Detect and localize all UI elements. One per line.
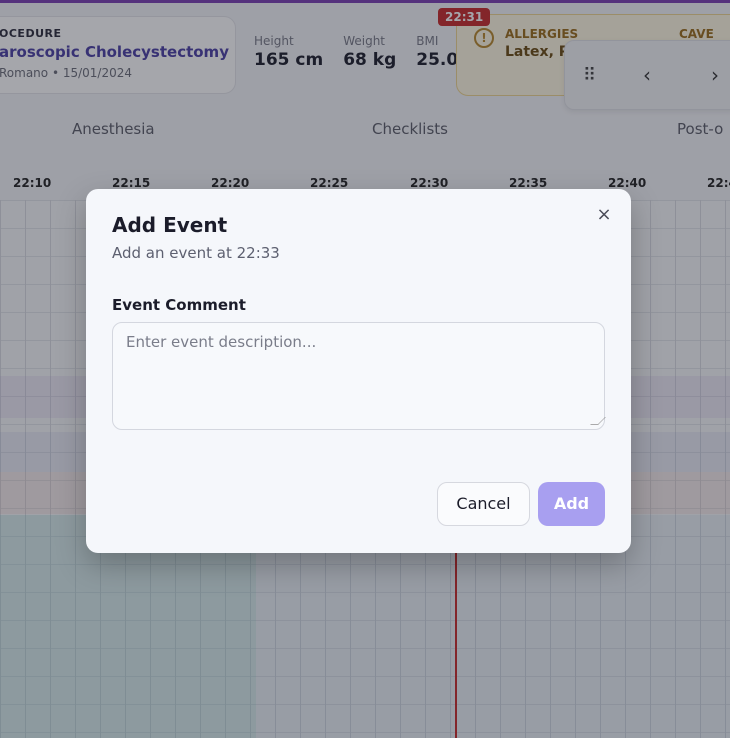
event-comment-input[interactable] — [112, 322, 605, 430]
add-button[interactable]: Add — [538, 482, 605, 526]
event-comment-label: Event Comment — [112, 296, 246, 314]
add-event-dialog: Add Event Add an event at 22:33 × Event … — [86, 189, 631, 553]
cancel-button[interactable]: Cancel — [437, 482, 530, 526]
dialog-subtitle: Add an event at 22:33 — [112, 244, 280, 262]
close-icon[interactable]: × — [594, 205, 614, 225]
dialog-title: Add Event — [112, 213, 228, 237]
